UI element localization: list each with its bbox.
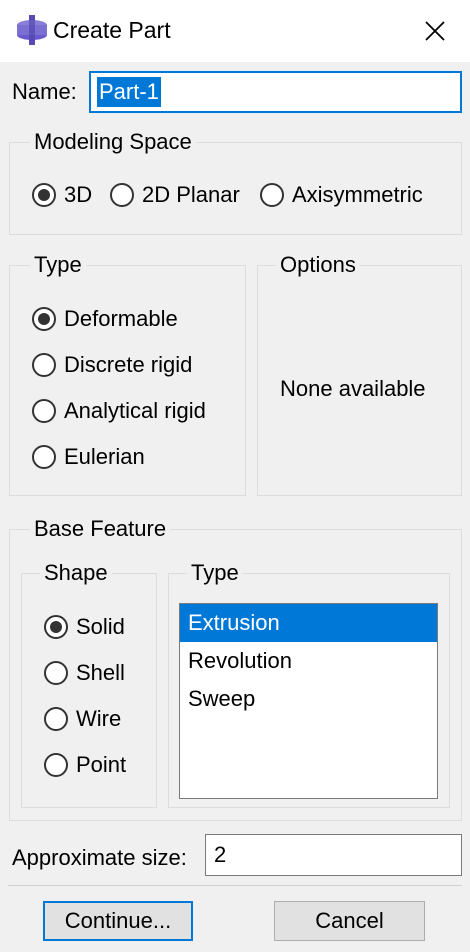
radio-discrete-rigid-label: Discrete rigid	[64, 352, 193, 377]
radio-circle	[32, 183, 56, 207]
radio-deformable[interactable]: Deformable	[32, 306, 178, 332]
radio-solid-label: Solid	[76, 614, 125, 639]
radio-circle	[44, 615, 68, 639]
radio-circle	[32, 307, 56, 331]
shape-legend: Shape	[40, 559, 112, 587]
radio-circle	[32, 353, 56, 377]
close-icon	[425, 21, 445, 41]
radio-wire[interactable]: Wire	[44, 706, 121, 732]
radio-analytical-rigid[interactable]: Analytical rigid	[32, 398, 206, 424]
radio-axisymmetric[interactable]: Axisymmetric	[260, 182, 423, 208]
abaqus-app-icon	[17, 15, 47, 45]
radio-shell-label: Shell	[76, 660, 125, 685]
radio-discrete-rigid[interactable]: Discrete rigid	[32, 352, 192, 378]
options-legend: Options	[276, 251, 360, 279]
radio-solid[interactable]: Solid	[44, 614, 125, 640]
radio-analytical-rigid-label: Analytical rigid	[64, 398, 206, 423]
list-item-revolution[interactable]: Revolution	[180, 642, 437, 680]
radio-point[interactable]: Point	[44, 752, 126, 778]
cancel-button-label: Cancel	[315, 908, 384, 933]
radio-eulerian[interactable]: Eulerian	[32, 444, 145, 470]
list-item-extrusion[interactable]: Extrusion	[180, 604, 437, 642]
radio-circle	[260, 183, 284, 207]
radio-circle	[44, 661, 68, 685]
name-input[interactable]: Part-1	[89, 71, 462, 113]
type-legend: Type	[30, 251, 86, 279]
continue-button[interactable]: Continue...	[43, 901, 193, 941]
radio-circle	[32, 445, 56, 469]
radio-3d[interactable]: 3D	[32, 182, 92, 208]
title-bar: Create Part	[0, 0, 470, 62]
name-input-value: Part-1	[97, 77, 161, 107]
radio-axisymmetric-label: Axisymmetric	[292, 182, 423, 207]
continue-button-label: Continue...	[64, 908, 172, 933]
approximate-size-label: Approximate size:	[12, 845, 187, 870]
radio-point-label: Point	[76, 752, 127, 777]
separator	[8, 885, 462, 886]
close-button[interactable]	[400, 0, 470, 62]
feature-type-list[interactable]: Extrusion Revolution Sweep	[179, 603, 438, 799]
radio-3d-label: 3D	[64, 182, 93, 207]
modeling-space-legend: Modeling Space	[30, 128, 196, 156]
radio-deformable-label: Deformable	[64, 306, 178, 331]
window-title: Create Part	[53, 17, 171, 43]
radio-circle	[110, 183, 134, 207]
name-label: Name:	[12, 79, 77, 104]
feature-type-legend: Type	[187, 559, 243, 587]
approximate-size-input[interactable]: 2	[205, 834, 462, 876]
radio-circle	[32, 399, 56, 423]
radio-circle	[44, 753, 68, 777]
radio-2d-planar-label: 2D Planar	[142, 182, 240, 207]
radio-2d-planar[interactable]: 2D Planar	[110, 182, 240, 208]
list-item-sweep[interactable]: Sweep	[180, 680, 437, 718]
radio-eulerian-label: Eulerian	[64, 444, 145, 469]
radio-circle	[44, 707, 68, 731]
cancel-button[interactable]: Cancel	[274, 901, 425, 941]
radio-wire-label: Wire	[76, 706, 122, 731]
base-feature-legend: Base Feature	[30, 515, 171, 543]
options-none-available: None available	[280, 376, 426, 401]
radio-shell[interactable]: Shell	[44, 660, 125, 686]
